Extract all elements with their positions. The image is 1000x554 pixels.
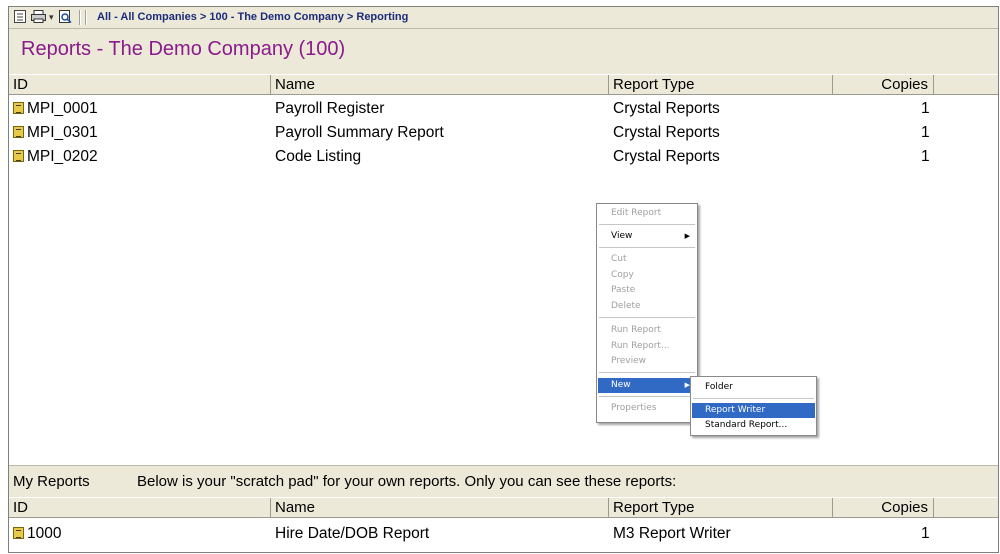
report-name: Hire Date/DOB Report xyxy=(275,525,430,542)
menu-item-view[interactable]: View ▶ xyxy=(598,229,696,244)
report-id: 1000 xyxy=(27,525,62,542)
table-row[interactable]: MPI_0001 Payroll Register Crystal Report… xyxy=(9,97,998,121)
title-bar: Reports - The Demo Company (100) xyxy=(9,29,998,75)
my-reports-table-header: ID Name Report Type Copies xyxy=(9,497,998,518)
menu-separator xyxy=(693,398,814,399)
report-id: MPI_0202 xyxy=(27,148,98,165)
column-header-name[interactable]: Name xyxy=(271,75,609,95)
report-icon xyxy=(13,102,24,114)
breadcrumb[interactable]: All - All Companies > 100 - The Demo Com… xyxy=(97,11,408,23)
menu-item-run-report[interactable]: Run Report xyxy=(598,323,696,338)
menu-item-new[interactable]: New ▶ xyxy=(598,378,696,393)
menu-item-report-writer[interactable]: Report Writer xyxy=(692,403,815,418)
report-name: Code Listing xyxy=(275,148,362,165)
toolbar-separator xyxy=(79,10,81,25)
my-reports-list[interactable]: 1000 Hire Date/DOB Report M3 Report Writ… xyxy=(9,518,998,552)
dropdown-icon[interactable]: ▾ xyxy=(49,10,54,24)
report-type: Crystal Reports xyxy=(613,100,720,117)
menu-separator xyxy=(599,317,695,318)
my-reports-description: Below is your "scratch pad" for your own… xyxy=(137,473,677,490)
context-menu: Edit Report View ▶ Cut Copy Paste Delete … xyxy=(596,203,698,423)
reports-list[interactable]: MPI_0001 Payroll Register Crystal Report… xyxy=(9,95,998,465)
menu-item-copy[interactable]: Copy xyxy=(598,268,696,283)
print-icon[interactable] xyxy=(31,10,46,24)
menu-item-view-label: View xyxy=(611,231,633,241)
toolbar: ▾ All - All Companies > 100 - The Demo C… xyxy=(9,7,998,29)
menu-item-new-label: New xyxy=(611,380,631,390)
report-type: Crystal Reports xyxy=(613,124,720,141)
reports-window: ▾ All - All Companies > 100 - The Demo C… xyxy=(8,6,999,553)
report-copies: 1 xyxy=(921,525,930,542)
menu-item-preview[interactable]: Preview xyxy=(598,354,696,369)
column-header-report-type[interactable]: Report Type xyxy=(609,498,833,518)
my-reports-label: My Reports xyxy=(13,473,90,490)
report-copies: 1 xyxy=(921,124,930,141)
report-name: Payroll Summary Report xyxy=(275,124,444,141)
menu-separator xyxy=(599,224,695,225)
menu-item-folder[interactable]: Folder xyxy=(692,380,815,395)
menu-separator xyxy=(599,372,695,373)
table-row[interactable]: 1000 Hire Date/DOB Report M3 Report Writ… xyxy=(9,522,998,546)
report-name: Payroll Register xyxy=(275,100,385,117)
report-copies: 1 xyxy=(921,148,930,165)
menu-separator xyxy=(599,247,695,248)
menu-separator xyxy=(599,396,695,397)
report-id: MPI_0001 xyxy=(27,100,98,117)
table-row[interactable]: MPI_0202 Code Listing Crystal Reports 1 xyxy=(9,145,998,169)
column-header-id[interactable]: ID xyxy=(9,498,271,518)
column-header-name[interactable]: Name xyxy=(271,498,609,518)
menu-item-standard-report[interactable]: Standard Report... xyxy=(692,418,815,433)
toolbar-separator xyxy=(85,10,87,25)
new-submenu: Folder Report Writer Standard Report... xyxy=(690,376,817,436)
column-header-copies[interactable]: Copies xyxy=(833,498,934,518)
report-icon xyxy=(13,527,24,539)
menu-item-edit-report[interactable]: Edit Report xyxy=(598,206,696,221)
report-icon xyxy=(13,150,24,162)
menu-item-properties[interactable]: Properties xyxy=(598,401,696,416)
report-copies: 1 xyxy=(921,100,930,117)
report-icon xyxy=(13,126,24,138)
reports-table-header: ID Name Report Type Copies xyxy=(9,74,998,95)
menu-item-delete[interactable]: Delete xyxy=(598,299,696,314)
menu-item-paste[interactable]: Paste xyxy=(598,283,696,298)
report-type: M3 Report Writer xyxy=(613,525,731,542)
table-row[interactable]: MPI_0301 Payroll Summary Report Crystal … xyxy=(9,121,998,145)
menu-item-run-report-dialog[interactable]: Run Report... xyxy=(598,339,696,354)
print-preview-icon[interactable] xyxy=(59,10,72,24)
my-reports-bar: My Reports Below is your "scratch pad" f… xyxy=(9,465,998,497)
column-header-id[interactable]: ID xyxy=(9,75,271,95)
column-header-copies[interactable]: Copies xyxy=(833,75,934,95)
properties-icon[interactable] xyxy=(14,10,26,24)
page-title: Reports - The Demo Company (100) xyxy=(21,38,346,60)
menu-item-cut[interactable]: Cut xyxy=(598,252,696,267)
report-id: MPI_0301 xyxy=(27,124,98,141)
report-type: Crystal Reports xyxy=(613,148,720,165)
column-header-report-type[interactable]: Report Type xyxy=(609,75,833,95)
submenu-arrow-icon: ▶ xyxy=(684,232,690,240)
